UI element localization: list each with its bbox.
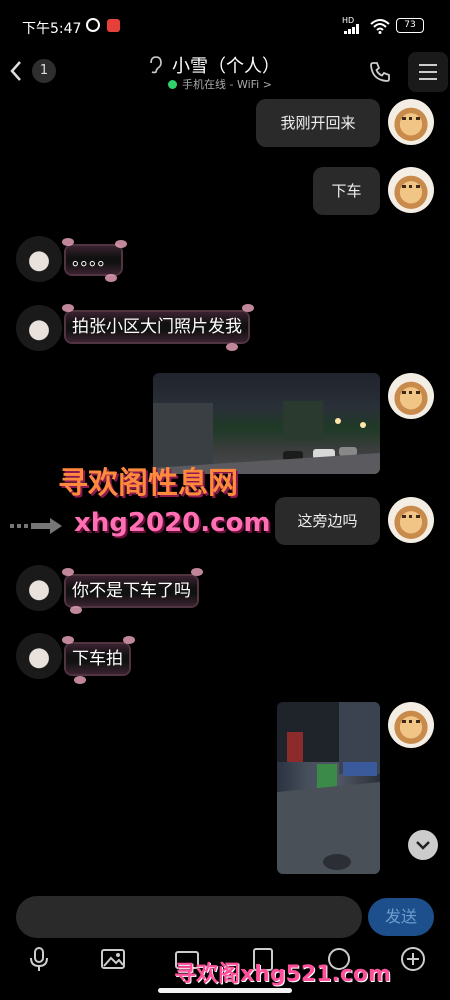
flower-decoration-icon <box>114 240 127 248</box>
scroll-to-bottom-button[interactable] <box>408 830 438 860</box>
message-text: 下车 <box>331 182 362 200</box>
online-status[interactable]: 手机在线 - WiFi > <box>182 76 272 92</box>
my-avatar[interactable] <box>388 99 434 145</box>
menu-button[interactable] <box>408 52 448 92</box>
message-bubble[interactable]: 。。。。 <box>62 238 127 282</box>
message-text: 我刚开回来 <box>280 114 356 132</box>
contact-avatar[interactable] <box>16 633 62 679</box>
photo-content <box>277 702 380 874</box>
clock: 下午5:47 <box>22 21 82 37</box>
my-avatar[interactable] <box>388 497 434 543</box>
wifi-icon <box>370 19 390 34</box>
my-avatar[interactable] <box>388 702 434 748</box>
flower-decoration-icon <box>62 636 74 644</box>
contact-avatar[interactable] <box>16 236 62 282</box>
footer-watermark: 寻欢阁xhg521.com <box>174 962 391 987</box>
message-text: 拍张小区大门照片发我 <box>72 317 242 337</box>
back-button[interactable] <box>4 56 30 86</box>
phone-call-button[interactable] <box>368 60 392 84</box>
message-text: 下车拍 <box>72 649 123 669</box>
flower-decoration-icon <box>242 304 254 312</box>
flower-decoration-icon <box>104 274 117 282</box>
chevron-down-icon <box>416 841 430 850</box>
watermark-url: xhg2020.com <box>74 508 271 538</box>
message-bubble[interactable]: 拍张小区大门照片发我 <box>62 304 254 351</box>
online-indicator-icon <box>168 80 177 89</box>
message-bubble[interactable]: 这旁边吗 <box>275 497 380 545</box>
message-text: 这旁边吗 <box>297 512 358 530</box>
chat-header: 1 小雪（个人） 手机在线 - WiFi > <box>0 44 450 100</box>
message-bubble[interactable]: 你不是下车了吗 <box>62 568 203 614</box>
plus-icon[interactable] <box>400 946 426 972</box>
flower-decoration-icon <box>191 568 203 576</box>
my-avatar[interactable] <box>388 373 434 419</box>
signal-icon <box>344 24 359 34</box>
image-icon[interactable] <box>100 946 126 972</box>
message-bubble[interactable]: 下车 <box>313 167 380 215</box>
image-message[interactable] <box>277 702 380 874</box>
contact-name[interactable]: 小雪（个人） <box>172 52 280 78</box>
flower-decoration-icon <box>62 238 74 246</box>
arrow-decoration-icon <box>10 518 62 534</box>
ear-icon <box>150 56 162 74</box>
alarm-icon <box>86 18 100 32</box>
contact-avatar[interactable] <box>16 565 62 611</box>
flower-decoration-icon <box>62 304 74 312</box>
unread-badge[interactable]: 1 <box>32 59 56 83</box>
flower-decoration-icon <box>123 636 135 644</box>
flower-decoration-icon <box>226 343 238 351</box>
flower-decoration-icon <box>62 568 74 576</box>
flower-decoration-icon <box>74 676 86 684</box>
message-input[interactable] <box>16 896 362 938</box>
battery-indicator: 73 <box>396 18 424 33</box>
send-button[interactable]: 发送 <box>368 898 434 936</box>
contact-avatar[interactable] <box>16 305 62 351</box>
message-bubble[interactable]: 我刚开回来 <box>256 99 380 147</box>
message-text: 你不是下车了吗 <box>72 581 191 601</box>
microphone-icon[interactable] <box>26 946 52 972</box>
app-notification-icon <box>107 19 120 32</box>
message-text: 。。。。 <box>72 250 115 270</box>
home-indicator[interactable] <box>158 988 292 993</box>
watermark-title: 寻欢阁性息网 <box>58 466 238 501</box>
status-bar: 下午5:47 HD 73 <box>0 0 450 40</box>
message-bubble[interactable]: 下车拍 <box>62 636 135 684</box>
my-avatar[interactable] <box>388 167 434 213</box>
flower-decoration-icon <box>70 606 82 614</box>
